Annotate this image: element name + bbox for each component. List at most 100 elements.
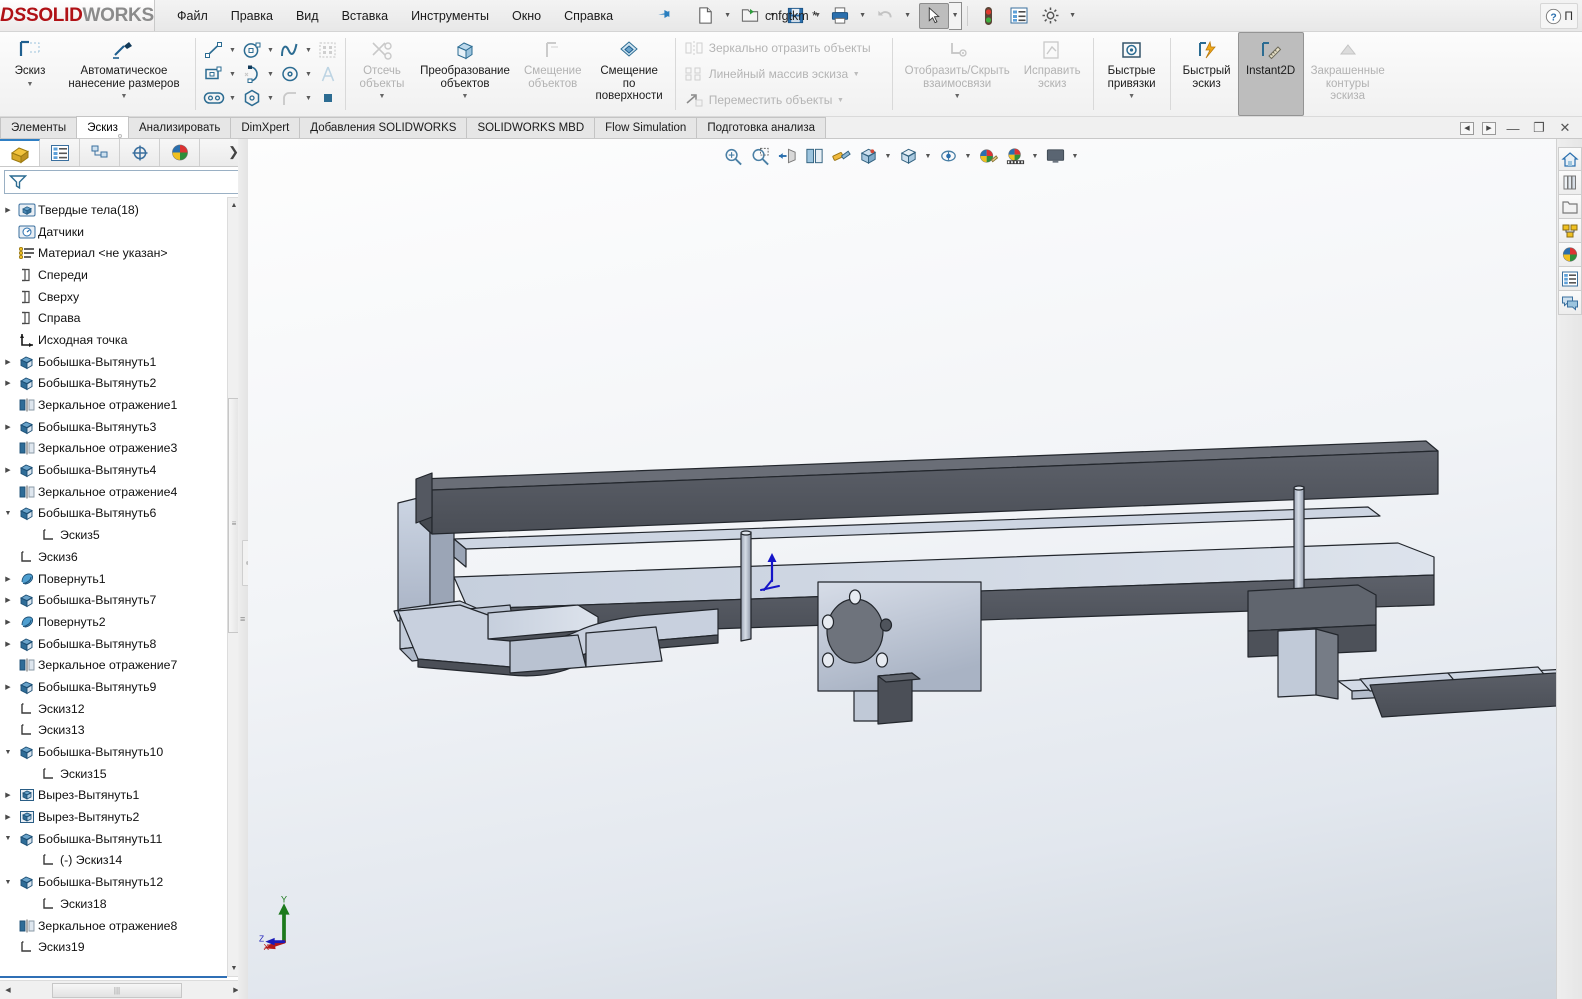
feature-tree-item[interactable]: ▶ Вырез-Вытянуть2 (0, 806, 228, 828)
line-icon[interactable] (201, 39, 226, 62)
feature-tree-item[interactable]: Справа (0, 307, 228, 329)
slot-icon[interactable] (201, 87, 226, 110)
tree-expand-arrow-right-icon[interactable]: ▶ (0, 618, 16, 626)
horizontal-scroll-track[interactable]: ||| (16, 982, 228, 999)
polygon-caret-icon[interactable]: ▼ (264, 87, 277, 110)
select-button[interactable] (919, 2, 950, 29)
print-caret-icon[interactable]: ▼ (856, 3, 869, 29)
feature-tree-item[interactable]: ▶ Бобышка-Вытянуть2 (0, 373, 228, 395)
feature-tree-item[interactable]: Зеркальное отражение1 (0, 394, 228, 416)
tree-expand-arrow-down-icon[interactable]: ▼ (0, 835, 16, 842)
menu-edit[interactable]: Правка (229, 6, 275, 26)
tab-solidworks-addins[interactable]: Добавления SOLIDWORKS (299, 117, 468, 138)
new-document-caret-icon[interactable]: ▼ (721, 3, 734, 29)
cad-model-3d[interactable] (248, 139, 1556, 999)
menu-window[interactable]: Окно (510, 6, 543, 26)
next-arrow-button[interactable]: ▶ (1482, 121, 1496, 135)
tree-expand-arrow-down-icon[interactable]: ▼ (0, 510, 16, 517)
new-document-button[interactable] (690, 3, 720, 29)
tree-expand-arrow-right-icon[interactable]: ▶ (0, 640, 16, 648)
feature-tree-item[interactable]: ▶ Твердые тела(18) (0, 199, 228, 221)
graphics-viewport[interactable]: ▼ ▼ ▼ ▼ ▼ Y X Z (248, 139, 1556, 999)
circle-icon[interactable] (239, 39, 264, 62)
feature-tree-tab[interactable] (0, 139, 40, 166)
tab-evaluate[interactable]: Анализировать (127, 117, 232, 138)
tree-expand-arrow-right-icon[interactable]: ▶ (0, 596, 16, 604)
ellipse-icon[interactable] (277, 63, 302, 86)
arc-icon[interactable] (239, 63, 264, 86)
tree-expand-arrow-right-icon[interactable]: ▶ (0, 575, 16, 583)
point-icon[interactable] (315, 87, 340, 110)
undo-button[interactable] (870, 3, 900, 29)
feature-tree-item[interactable]: ▶ Вырез-Вытянуть1 (0, 785, 228, 807)
line-caret-icon[interactable]: ▼ (226, 39, 239, 62)
menu-file[interactable]: Файл (175, 6, 210, 26)
feature-tree-item[interactable]: Зеркальное отражение7 (0, 654, 228, 676)
feature-tree-item[interactable]: Эскиз13 (0, 720, 228, 742)
horizontal-scroll-thumb[interactable]: ||| (52, 982, 182, 998)
close-button[interactable]: ✕ (1556, 120, 1574, 136)
tree-expand-arrow-right-icon[interactable]: ▶ (0, 683, 16, 691)
move-entities-caret-icon[interactable]: ▼ (832, 97, 848, 104)
feature-tree-item[interactable]: ▼ Бобышка-Вытянуть11 (0, 828, 228, 850)
fillet-caret-icon[interactable]: ▼ (302, 87, 315, 110)
rectangle-icon[interactable] (201, 63, 226, 86)
offset-entities-button[interactable]: Смещение объектов (517, 32, 589, 116)
spline-icon[interactable] (277, 39, 302, 62)
feature-tree-item[interactable]: ▶ Бобышка-Вытянуть3 (0, 416, 228, 438)
arc-caret-icon[interactable]: ▼ (264, 63, 277, 86)
options-list-button[interactable] (1004, 3, 1034, 29)
quick-snaps-caret-icon[interactable]: ▼ (1128, 93, 1135, 100)
convert-caret-icon[interactable]: ▼ (462, 93, 469, 100)
open-document-button[interactable] (735, 3, 765, 29)
feature-tree-item[interactable]: ▶ Бобышка-Вытянуть1 (0, 351, 228, 373)
restore-button[interactable]: ❐ (1530, 120, 1548, 136)
rapid-sketch-button[interactable]: Быстрый эскиз (1176, 32, 1238, 116)
feature-tree-item[interactable]: Исходная точка (0, 329, 228, 351)
ellipse-caret-icon[interactable]: ▼ (302, 63, 315, 86)
markup-button[interactable] (1558, 291, 1582, 315)
smart-dimension-caret-icon[interactable]: ▼ (121, 93, 128, 100)
display-relations-button[interactable]: Отобразить/Скрыть взаимосвязи ▼ (898, 32, 1017, 116)
mirror-entities-button[interactable]: Зеркально отразить объекты (679, 35, 889, 61)
tree-expand-arrow-down-icon[interactable]: ▼ (0, 879, 16, 886)
feature-tree-item[interactable]: ▶ Бобышка-Вытянуть8 (0, 633, 228, 655)
trim-entities-button[interactable]: Отсечь объекты ▼ (351, 32, 413, 116)
trim-caret-icon[interactable]: ▼ (379, 93, 386, 100)
property-manager-tab[interactable] (40, 139, 80, 166)
menu-help[interactable]: Справка (562, 6, 615, 26)
repair-sketch-button[interactable]: Исправить эскиз (1017, 32, 1088, 116)
slot-caret-icon[interactable]: ▼ (226, 87, 239, 110)
convert-entities-button[interactable]: Преобразование объектов ▼ (413, 32, 517, 116)
feature-tree-item[interactable]: Эскиз6 (0, 546, 228, 568)
offset-on-surface-button[interactable]: Смещение по поверхности (589, 32, 670, 116)
feature-tree-item[interactable]: Спереди (0, 264, 228, 286)
feature-tree-item[interactable]: Эскиз15 (0, 763, 228, 785)
menu-insert[interactable]: Вставка (340, 6, 390, 26)
tab-flow-simulation[interactable]: Flow Simulation (594, 117, 698, 138)
feature-tree-item[interactable]: Зеркальное отражение4 (0, 481, 228, 503)
move-entities-button[interactable]: Переместить объекты ▼ (679, 87, 889, 113)
tree-expand-arrow-right-icon[interactable]: ▶ (0, 791, 16, 799)
prev-arrow-button[interactable]: ◀ (1460, 121, 1474, 135)
sketch-caret-icon[interactable]: ▼ (27, 81, 34, 88)
tree-expand-arrow-right-icon[interactable]: ▶ (0, 358, 16, 366)
configuration-manager-tab[interactable] (80, 139, 120, 166)
feature-filter-bar[interactable] (4, 170, 239, 194)
design-library-button[interactable] (1558, 171, 1582, 195)
display-relations-caret-icon[interactable]: ▼ (954, 93, 961, 100)
minimize-button[interactable]: — (1504, 121, 1522, 136)
menu-view[interactable]: Вид (294, 6, 321, 26)
pushpin-icon[interactable] (652, 4, 675, 27)
sketch-button[interactable]: Эскиз ▼ (2, 32, 58, 116)
dimxpert-manager-tab[interactable] (120, 139, 160, 166)
instant2d-button[interactable]: Instant2D (1237, 32, 1304, 116)
tree-expand-arrow-right-icon[interactable]: ▶ (0, 423, 16, 431)
polygon-icon[interactable] (239, 87, 264, 110)
linear-pattern-button[interactable]: Линейный массив эскиза ▼ (679, 61, 889, 87)
feature-tree-item[interactable]: Датчики (0, 221, 228, 243)
feature-tree-item[interactable]: Эскиз18 (0, 893, 228, 915)
feature-tree-item[interactable]: ▶ Повернуть2 (0, 611, 228, 633)
feature-tree-item[interactable]: ▶ Повернуть1 (0, 568, 228, 590)
tree-expand-arrow-down-icon[interactable]: ▼ (0, 749, 16, 756)
